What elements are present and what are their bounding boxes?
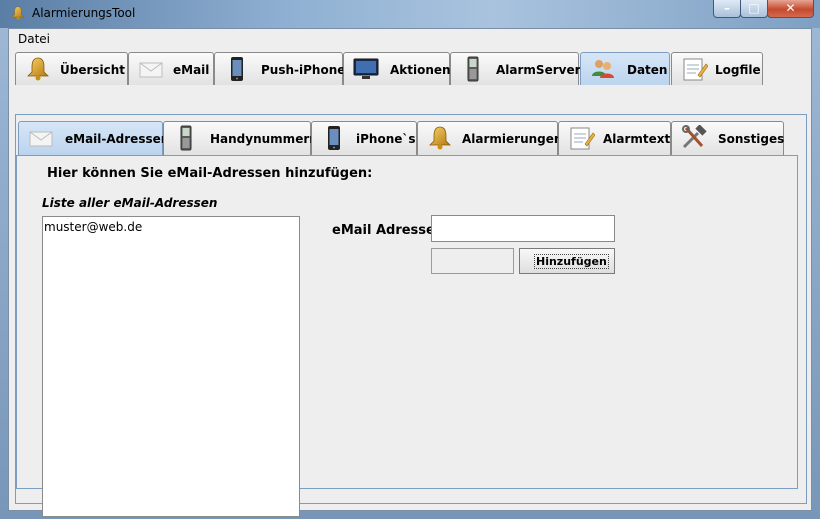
add-button[interactable]: Hinzufügen <box>519 248 615 274</box>
close-button[interactable]: ✕ <box>767 0 814 18</box>
daten-panel: eMail-Adressen Handynummern iPhone`s Ala… <box>15 114 807 517</box>
tab-push-iphone[interactable]: Push-iPhone <box>214 52 346 85</box>
tools-icon <box>680 125 708 151</box>
menu-bar: Datei <box>9 29 811 49</box>
subtab-alarmtext[interactable]: Alarmtext <box>558 121 671 155</box>
mobile-phone-icon <box>172 125 200 151</box>
bell-icon <box>24 56 52 82</box>
tab-aktionen[interactable]: Aktionen <box>343 52 451 85</box>
subtab-label: iPhone`s <box>356 132 416 146</box>
notepad-icon <box>567 125 595 151</box>
bell-icon <box>10 5 26 21</box>
tab-email[interactable]: eMail <box>128 52 214 85</box>
mobile-phone-icon <box>459 56 487 82</box>
tab-label: Übersicht <box>60 63 126 77</box>
subtab-email-adressen[interactable]: eMail-Adressen <box>18 121 169 155</box>
minimize-icon: – <box>724 1 730 15</box>
subtab-iphones[interactable]: iPhone`s <box>311 121 417 155</box>
tab-label: Logfile <box>715 63 761 77</box>
tab-label: AlarmServer <box>496 63 581 77</box>
add-button-label: Hinzufügen <box>534 254 609 269</box>
tab-alarmserver[interactable]: AlarmServer <box>450 52 581 85</box>
tab-label: Push-iPhone <box>261 63 346 77</box>
tab-label: Aktionen <box>390 63 451 77</box>
iphone-icon <box>223 56 251 82</box>
minimize-button[interactable]: – <box>713 0 741 18</box>
subtab-sonstiges[interactable]: Sonstiges <box>671 121 784 155</box>
envelope-icon <box>27 125 55 151</box>
page-heading: Hier können Sie eMail-Adressen hinzufüge… <box>47 166 373 181</box>
maximize-icon: □ <box>748 1 760 15</box>
email-list[interactable]: muster@web.de <box>42 216 300 517</box>
window-title: AlarmierungsTool <box>32 6 136 20</box>
subtab-label: Sonstiges <box>718 132 785 146</box>
subtab-label: Handynummern <box>210 132 318 146</box>
bell-icon <box>426 125 454 151</box>
close-icon: ✕ <box>785 1 796 15</box>
tab-logfile[interactable]: Logfile <box>671 52 763 85</box>
tab-label: eMail <box>173 63 210 77</box>
email-label: eMail Adresse <box>332 223 435 238</box>
maximize-button[interactable]: □ <box>740 0 768 18</box>
tab-daten[interactable]: Daten <box>580 52 670 85</box>
email-adressen-panel: Hier können Sie eMail-Adressen hinzufüge… <box>16 155 798 517</box>
app-window: AlarmierungsTool – □ ✕ Datei Übersicht e… <box>0 0 820 519</box>
menu-datei[interactable]: Datei <box>18 32 50 46</box>
list-item[interactable]: muster@web.de <box>44 220 142 234</box>
users-icon <box>589 56 617 82</box>
subtab-label: Alarmtext <box>603 132 671 146</box>
list-label: Liste aller eMail-Adressen <box>42 196 218 210</box>
client-area: Datei Übersicht eMail Push-iPhone Aktion… <box>8 28 812 517</box>
disabled-field <box>431 248 514 274</box>
tab-uebersicht[interactable]: Übersicht <box>15 52 128 85</box>
subtab-alarmierungen[interactable]: Alarmierungen <box>417 121 562 155</box>
iphone-icon <box>320 125 348 151</box>
title-bar[interactable]: AlarmierungsTool – □ ✕ <box>0 0 820 28</box>
tab-label: Daten <box>627 63 668 77</box>
email-input[interactable] <box>431 215 615 242</box>
notepad-icon <box>680 56 708 82</box>
subtab-label: eMail-Adressen <box>65 132 170 146</box>
subtab-handynummern[interactable]: Handynummern <box>163 121 318 155</box>
envelope-icon <box>137 56 165 82</box>
monitor-icon <box>352 56 380 82</box>
subtab-label: Alarmierungen <box>462 132 563 146</box>
